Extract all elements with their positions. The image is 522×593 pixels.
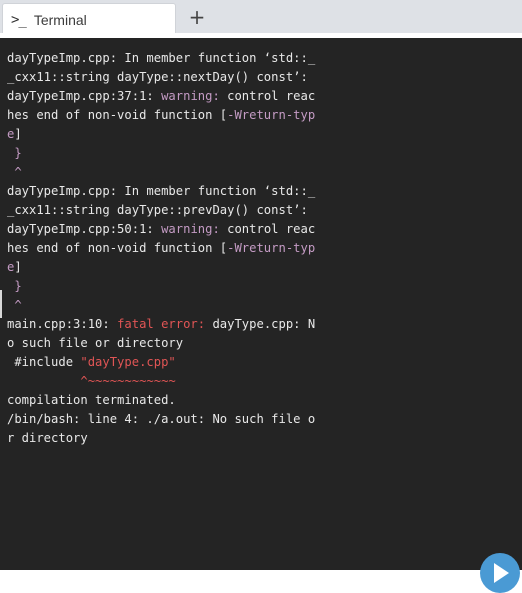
output-text: main.cpp:3:10:: [7, 317, 118, 331]
terminal-line: compilation terminated.: [7, 391, 522, 410]
output-text: hes end of non-void function [: [7, 241, 228, 255]
terminal-line: dayTypeImp.cpp:50:1: warning: control re…: [7, 220, 522, 239]
output-text: dayTypeImp.cpp:37:1:: [7, 89, 162, 103]
warning-text: }: [7, 279, 22, 293]
terminal-line: r directory: [7, 429, 522, 448]
terminal-line: e]: [7, 125, 522, 144]
output-text: dayType.cpp: N: [205, 317, 316, 331]
terminal-line: #include "dayType.cpp": [7, 353, 522, 372]
warning-text: -Wreturn-typ: [227, 241, 316, 255]
output-text: _cxx11::string dayType::nextDay() const’…: [7, 70, 308, 84]
terminal-prompt-icon: >_: [11, 11, 27, 28]
terminal-line: e]: [7, 258, 522, 277]
output-text: /bin/bash: line 4: ./a.out: No such file…: [7, 412, 316, 426]
output-text: control reac: [219, 222, 316, 236]
terminal-line: dayTypeImp.cpp: In member function ‘std:…: [7, 182, 522, 201]
terminal-line: main.cpp:3:10: fatal error: dayType.cpp:…: [7, 315, 522, 334]
terminal-line: ^: [7, 163, 522, 182]
plus-icon: +: [188, 5, 206, 29]
warning-text: -Wreturn-typ: [227, 108, 316, 122]
output-text: o such file or directory: [7, 336, 184, 350]
warning-text: warning:: [161, 89, 220, 103]
warning-text: }: [7, 146, 22, 160]
terminal-line: ^~~~~~~~~~~~~: [7, 372, 522, 391]
tab-terminal[interactable]: >_ Terminal: [2, 3, 176, 35]
terminal-lines: dayTypeImp.cpp: In member function ‘std:…: [7, 49, 522, 448]
output-text: #include: [7, 355, 81, 369]
terminal-line: hes end of non-void function [-Wreturn-t…: [7, 106, 522, 125]
tab-label: Terminal: [33, 11, 87, 28]
output-text: compilation terminated.: [7, 393, 176, 407]
warning-text: ^: [7, 165, 22, 179]
output-text: dayTypeImp.cpp: In member function ‘std:…: [7, 184, 316, 198]
scrollbar-thumb[interactable]: [0, 290, 2, 318]
output-text: _cxx11::string dayType::prevDay() const’…: [7, 203, 308, 217]
bottom-bar: [0, 570, 522, 583]
terminal-line: /bin/bash: line 4: ./a.out: No such file…: [7, 410, 522, 429]
warning-text: ^: [7, 298, 22, 312]
output-text: ]: [14, 127, 22, 141]
terminal-line: o such file or directory: [7, 334, 522, 353]
output-text: ]: [14, 260, 22, 274]
error-text: ^~~~~~~~~~~~~: [7, 374, 176, 388]
terminal-line: hes end of non-void function [-Wreturn-t…: [7, 239, 522, 258]
terminal-line: _cxx11::string dayType::prevDay() const’…: [7, 201, 522, 220]
run-button[interactable]: [480, 553, 520, 593]
output-text: dayTypeImp.cpp:50:1:: [7, 222, 162, 236]
terminal-line: }: [7, 277, 522, 296]
tab-bar: >_ Terminal +: [0, 0, 522, 35]
terminal-line: dayTypeImp.cpp: In member function ‘std:…: [7, 49, 522, 68]
terminal-line: dayTypeImp.cpp:37:1: warning: control re…: [7, 87, 522, 106]
new-tab-button[interactable]: +: [184, 4, 210, 30]
output-text: control reac: [219, 89, 316, 103]
terminal-line: ^: [7, 296, 522, 315]
error-text: "dayType.cpp": [80, 355, 176, 369]
terminal-output[interactable]: dayTypeImp.cpp: In member function ‘std:…: [0, 38, 522, 570]
warning-text: warning:: [161, 222, 220, 236]
output-text: r directory: [7, 431, 88, 445]
output-text: dayTypeImp.cpp: In member function ‘std:…: [7, 51, 316, 65]
output-text: hes end of non-void function [: [7, 108, 228, 122]
terminal-line: _cxx11::string dayType::nextDay() const’…: [7, 68, 522, 87]
error-text: fatal error:: [117, 317, 206, 331]
terminal-line: }: [7, 144, 522, 163]
